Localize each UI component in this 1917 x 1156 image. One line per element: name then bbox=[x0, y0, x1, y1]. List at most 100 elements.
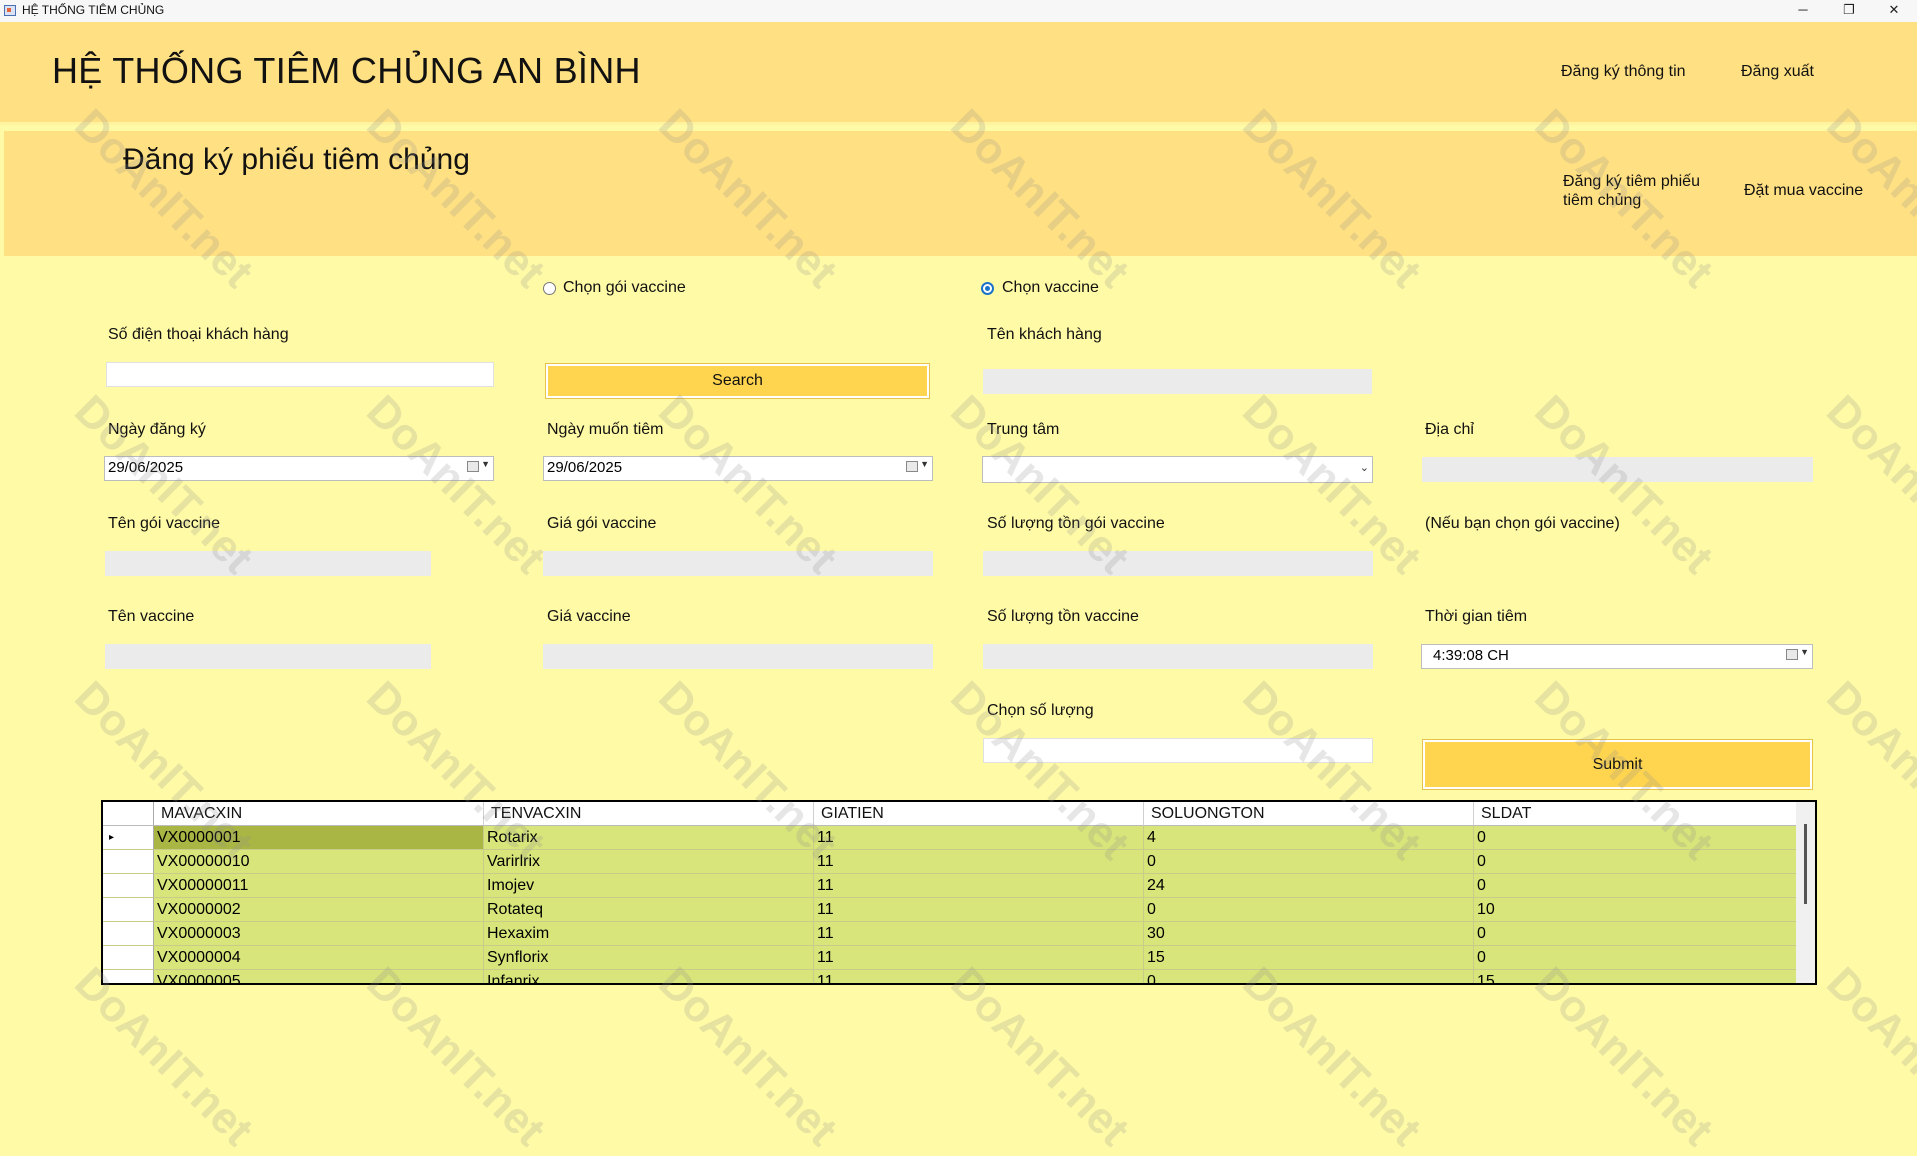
cell-soluongton[interactable]: 0 bbox=[1144, 970, 1474, 983]
cell-mavacxin[interactable]: VX0000002 bbox=[154, 898, 484, 922]
cell-giatien[interactable]: 11 bbox=[814, 850, 1144, 874]
chevron-down-icon[interactable]: ▼ bbox=[481, 459, 490, 469]
cell-mavacxin[interactable]: VX00000010 bbox=[154, 850, 484, 874]
table-row[interactable]: VX00000010 Varirlrix 11 0 0 bbox=[103, 850, 1798, 874]
table-row[interactable]: ▸ VX0000001 Rotarix 11 4 0 bbox=[103, 826, 1798, 850]
calendar-icon[interactable] bbox=[1786, 649, 1798, 660]
vaccine-price-field[interactable] bbox=[543, 644, 933, 669]
cell-tenvacxin[interactable]: Rotarix bbox=[484, 826, 814, 850]
cell-mavacxin[interactable]: VX0000003 bbox=[154, 922, 484, 946]
vaccine-stock-field[interactable] bbox=[983, 644, 1373, 669]
nav-logout[interactable]: Đăng xuất bbox=[1741, 63, 1814, 81]
chevron-down-icon[interactable]: ⌄ bbox=[1360, 461, 1369, 474]
chevron-down-icon[interactable]: ▼ bbox=[920, 459, 929, 469]
inject-time-label: Thời gian tiêm bbox=[1425, 608, 1528, 625]
radio-vaccine[interactable] bbox=[981, 282, 994, 295]
col-giatien[interactable]: GIATIEN bbox=[814, 802, 1144, 826]
cell-mavacxin[interactable]: VX00000011 bbox=[154, 874, 484, 898]
desired-date-picker[interactable]: 29/06/2025 ▼ bbox=[543, 456, 933, 481]
cell-soluongton[interactable]: 15 bbox=[1144, 946, 1474, 970]
cell-giatien[interactable]: 11 bbox=[814, 922, 1144, 946]
vaccine-name-field[interactable] bbox=[105, 644, 431, 669]
cell-sldat[interactable]: 0 bbox=[1474, 850, 1798, 874]
watermark-logo: DoAnIT.net bbox=[649, 958, 847, 1156]
window-titlebar: HỆ THỐNG TIÊM CHỦNG ─ ❐ ✕ bbox=[0, 0, 1917, 22]
calendar-icon[interactable] bbox=[906, 461, 918, 472]
cell-sldat[interactable]: 10 bbox=[1474, 898, 1798, 922]
watermark-logo: DoAnIT.net bbox=[1817, 672, 1917, 870]
cell-giatien[interactable]: 11 bbox=[814, 874, 1144, 898]
cell-soluongton[interactable]: 24 bbox=[1144, 874, 1474, 898]
customer-name-field[interactable] bbox=[983, 369, 1372, 394]
cell-giatien[interactable]: 11 bbox=[814, 898, 1144, 922]
minimize-button[interactable]: ─ bbox=[1780, 0, 1826, 22]
radio-vaccine-label: Chọn vaccine bbox=[1002, 279, 1099, 296]
cell-mavacxin[interactable]: VX0000001 bbox=[154, 826, 484, 850]
phone-input[interactable] bbox=[106, 362, 494, 387]
table-row[interactable]: VX00000011 Imojev 11 24 0 bbox=[103, 874, 1798, 898]
row-header[interactable] bbox=[103, 850, 154, 874]
close-button[interactable]: ✕ bbox=[1871, 0, 1917, 22]
cell-soluongton[interactable]: 4 bbox=[1144, 826, 1474, 850]
col-soluongton[interactable]: SOLUONGTON bbox=[1144, 802, 1474, 826]
row-header[interactable] bbox=[103, 874, 154, 898]
reg-date-picker[interactable]: 29/06/2025 ▼ bbox=[104, 456, 494, 481]
cell-sldat[interactable]: 15 bbox=[1474, 970, 1798, 983]
row-header[interactable] bbox=[103, 898, 154, 922]
row-header[interactable]: ▸ bbox=[103, 826, 154, 850]
submit-button[interactable]: Submit bbox=[1422, 739, 1813, 790]
cell-soluongton[interactable]: 30 bbox=[1144, 922, 1474, 946]
cell-giatien[interactable]: 11 bbox=[814, 826, 1144, 850]
nav-register-info[interactable]: Đăng ký thông tin bbox=[1561, 63, 1686, 81]
cell-sldat[interactable]: 0 bbox=[1474, 826, 1798, 850]
package-name-label: Tên gói vaccine bbox=[108, 515, 221, 532]
grid-corner bbox=[103, 802, 154, 826]
cell-tenvacxin[interactable]: Synflorix bbox=[484, 946, 814, 970]
table-row[interactable]: VX0000005 Infanrix 11 0 15 bbox=[103, 970, 1798, 983]
cell-tenvacxin[interactable]: Varirlrix bbox=[484, 850, 814, 874]
col-mavacxin[interactable]: MAVACXIN bbox=[154, 802, 484, 826]
table-row[interactable]: VX0000002 Rotateq 11 0 10 bbox=[103, 898, 1798, 922]
table-row[interactable]: VX0000003 Hexaxim 11 30 0 bbox=[103, 922, 1798, 946]
cell-tenvacxin[interactable]: Imojev bbox=[484, 874, 814, 898]
chevron-down-icon[interactable]: ▼ bbox=[1800, 647, 1809, 657]
reg-date-value: 29/06/2025 bbox=[108, 459, 184, 476]
package-name-field[interactable] bbox=[105, 551, 431, 576]
cell-tenvacxin[interactable]: Hexaxim bbox=[484, 922, 814, 946]
vaccine-grid[interactable]: MAVACXIN TENVACXIN GIATIEN SOLUONGTON SL… bbox=[101, 800, 1817, 985]
radio-package[interactable] bbox=[543, 282, 556, 295]
search-button[interactable]: Search bbox=[545, 363, 930, 399]
cell-mavacxin[interactable]: VX0000004 bbox=[154, 946, 484, 970]
cell-tenvacxin[interactable]: Infanrix bbox=[484, 970, 814, 983]
restore-button[interactable]: ❐ bbox=[1826, 0, 1872, 22]
cell-mavacxin[interactable]: VX0000005 bbox=[154, 970, 484, 983]
row-header[interactable] bbox=[103, 922, 154, 946]
cell-sldat[interactable]: 0 bbox=[1474, 946, 1798, 970]
grid-scrollbar[interactable] bbox=[1796, 802, 1815, 983]
calendar-icon[interactable] bbox=[467, 461, 479, 472]
cell-soluongton[interactable]: 0 bbox=[1144, 898, 1474, 922]
cell-sldat[interactable]: 0 bbox=[1474, 922, 1798, 946]
cell-giatien[interactable]: 11 bbox=[814, 946, 1144, 970]
center-label: Trung tâm bbox=[987, 421, 1060, 438]
cell-sldat[interactable]: 0 bbox=[1474, 874, 1798, 898]
row-header[interactable] bbox=[103, 970, 154, 983]
package-note: (Nếu bạn chọn gói vaccine) bbox=[1425, 515, 1620, 532]
cell-tenvacxin[interactable]: Rotateq bbox=[484, 898, 814, 922]
center-select[interactable]: ⌄ bbox=[982, 456, 1373, 483]
col-sldat[interactable]: SLDAT bbox=[1474, 802, 1798, 826]
inject-time-picker[interactable]: 4:39:08 CH ▼ bbox=[1421, 644, 1813, 669]
cell-giatien[interactable]: 11 bbox=[814, 970, 1144, 983]
col-tenvacxin[interactable]: TENVACXIN bbox=[484, 802, 814, 826]
package-stock-field[interactable] bbox=[983, 551, 1373, 576]
nav-buy-vaccine[interactable]: Đặt mua vaccine bbox=[1744, 182, 1863, 200]
grid-scroll-thumb[interactable] bbox=[1804, 824, 1807, 904]
cell-soluongton[interactable]: 0 bbox=[1144, 850, 1474, 874]
nav-register-slip[interactable]: Đăng ký tiêm phiếu tiêm chủng bbox=[1563, 172, 1713, 210]
table-row[interactable]: VX0000004 Synflorix 11 15 0 bbox=[103, 946, 1798, 970]
watermark-logo: DoAnIT.net bbox=[941, 958, 1139, 1156]
package-price-field[interactable] bbox=[543, 551, 933, 576]
row-header[interactable] bbox=[103, 946, 154, 970]
quantity-input[interactable] bbox=[983, 738, 1373, 763]
address-field[interactable] bbox=[1422, 457, 1813, 482]
